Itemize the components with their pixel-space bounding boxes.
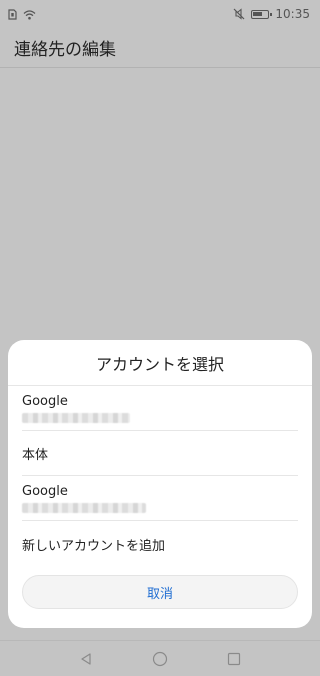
mute-icon [233, 5, 245, 24]
add-account-item[interactable]: 新しいアカウントを追加 [22, 521, 298, 567]
dialog-title: アカウントを選択 [8, 340, 312, 386]
account-list: Google 本体 Google 新しいアカウントを追加 [8, 386, 312, 567]
navigation-bar [0, 640, 320, 676]
account-item-label: Google [22, 393, 68, 409]
cancel-button[interactable]: 取消 [22, 575, 298, 609]
wifi-icon [23, 5, 36, 24]
back-icon[interactable] [78, 651, 94, 667]
page-title: 連絡先の編集 [14, 40, 116, 60]
add-account-label: 新しいアカウントを追加 [22, 538, 166, 554]
redacted-account-email [22, 502, 146, 513]
cancel-wrap: 取消 [8, 567, 312, 609]
account-item-device[interactable]: 本体 [22, 431, 298, 476]
home-icon[interactable] [152, 651, 168, 667]
redacted-account-email [22, 412, 130, 423]
status-right: 10:35 [233, 5, 310, 24]
account-picker-dialog: アカウントを選択 Google 本体 Google 新しいアカウントを追加 取消 [8, 340, 312, 628]
account-item-label: 本体 [22, 447, 49, 463]
recents-icon[interactable] [226, 651, 242, 667]
status-time: 10:35 [275, 7, 310, 21]
sim-icon [8, 5, 17, 24]
app-bar: 連絡先の編集 [0, 28, 320, 68]
account-item-google-1[interactable]: Google [22, 386, 298, 431]
account-item-label: Google [22, 483, 68, 499]
battery-icon [251, 9, 273, 19]
account-item-google-2[interactable]: Google [22, 476, 298, 521]
status-left [8, 5, 36, 24]
status-bar: 10:35 [0, 0, 320, 28]
